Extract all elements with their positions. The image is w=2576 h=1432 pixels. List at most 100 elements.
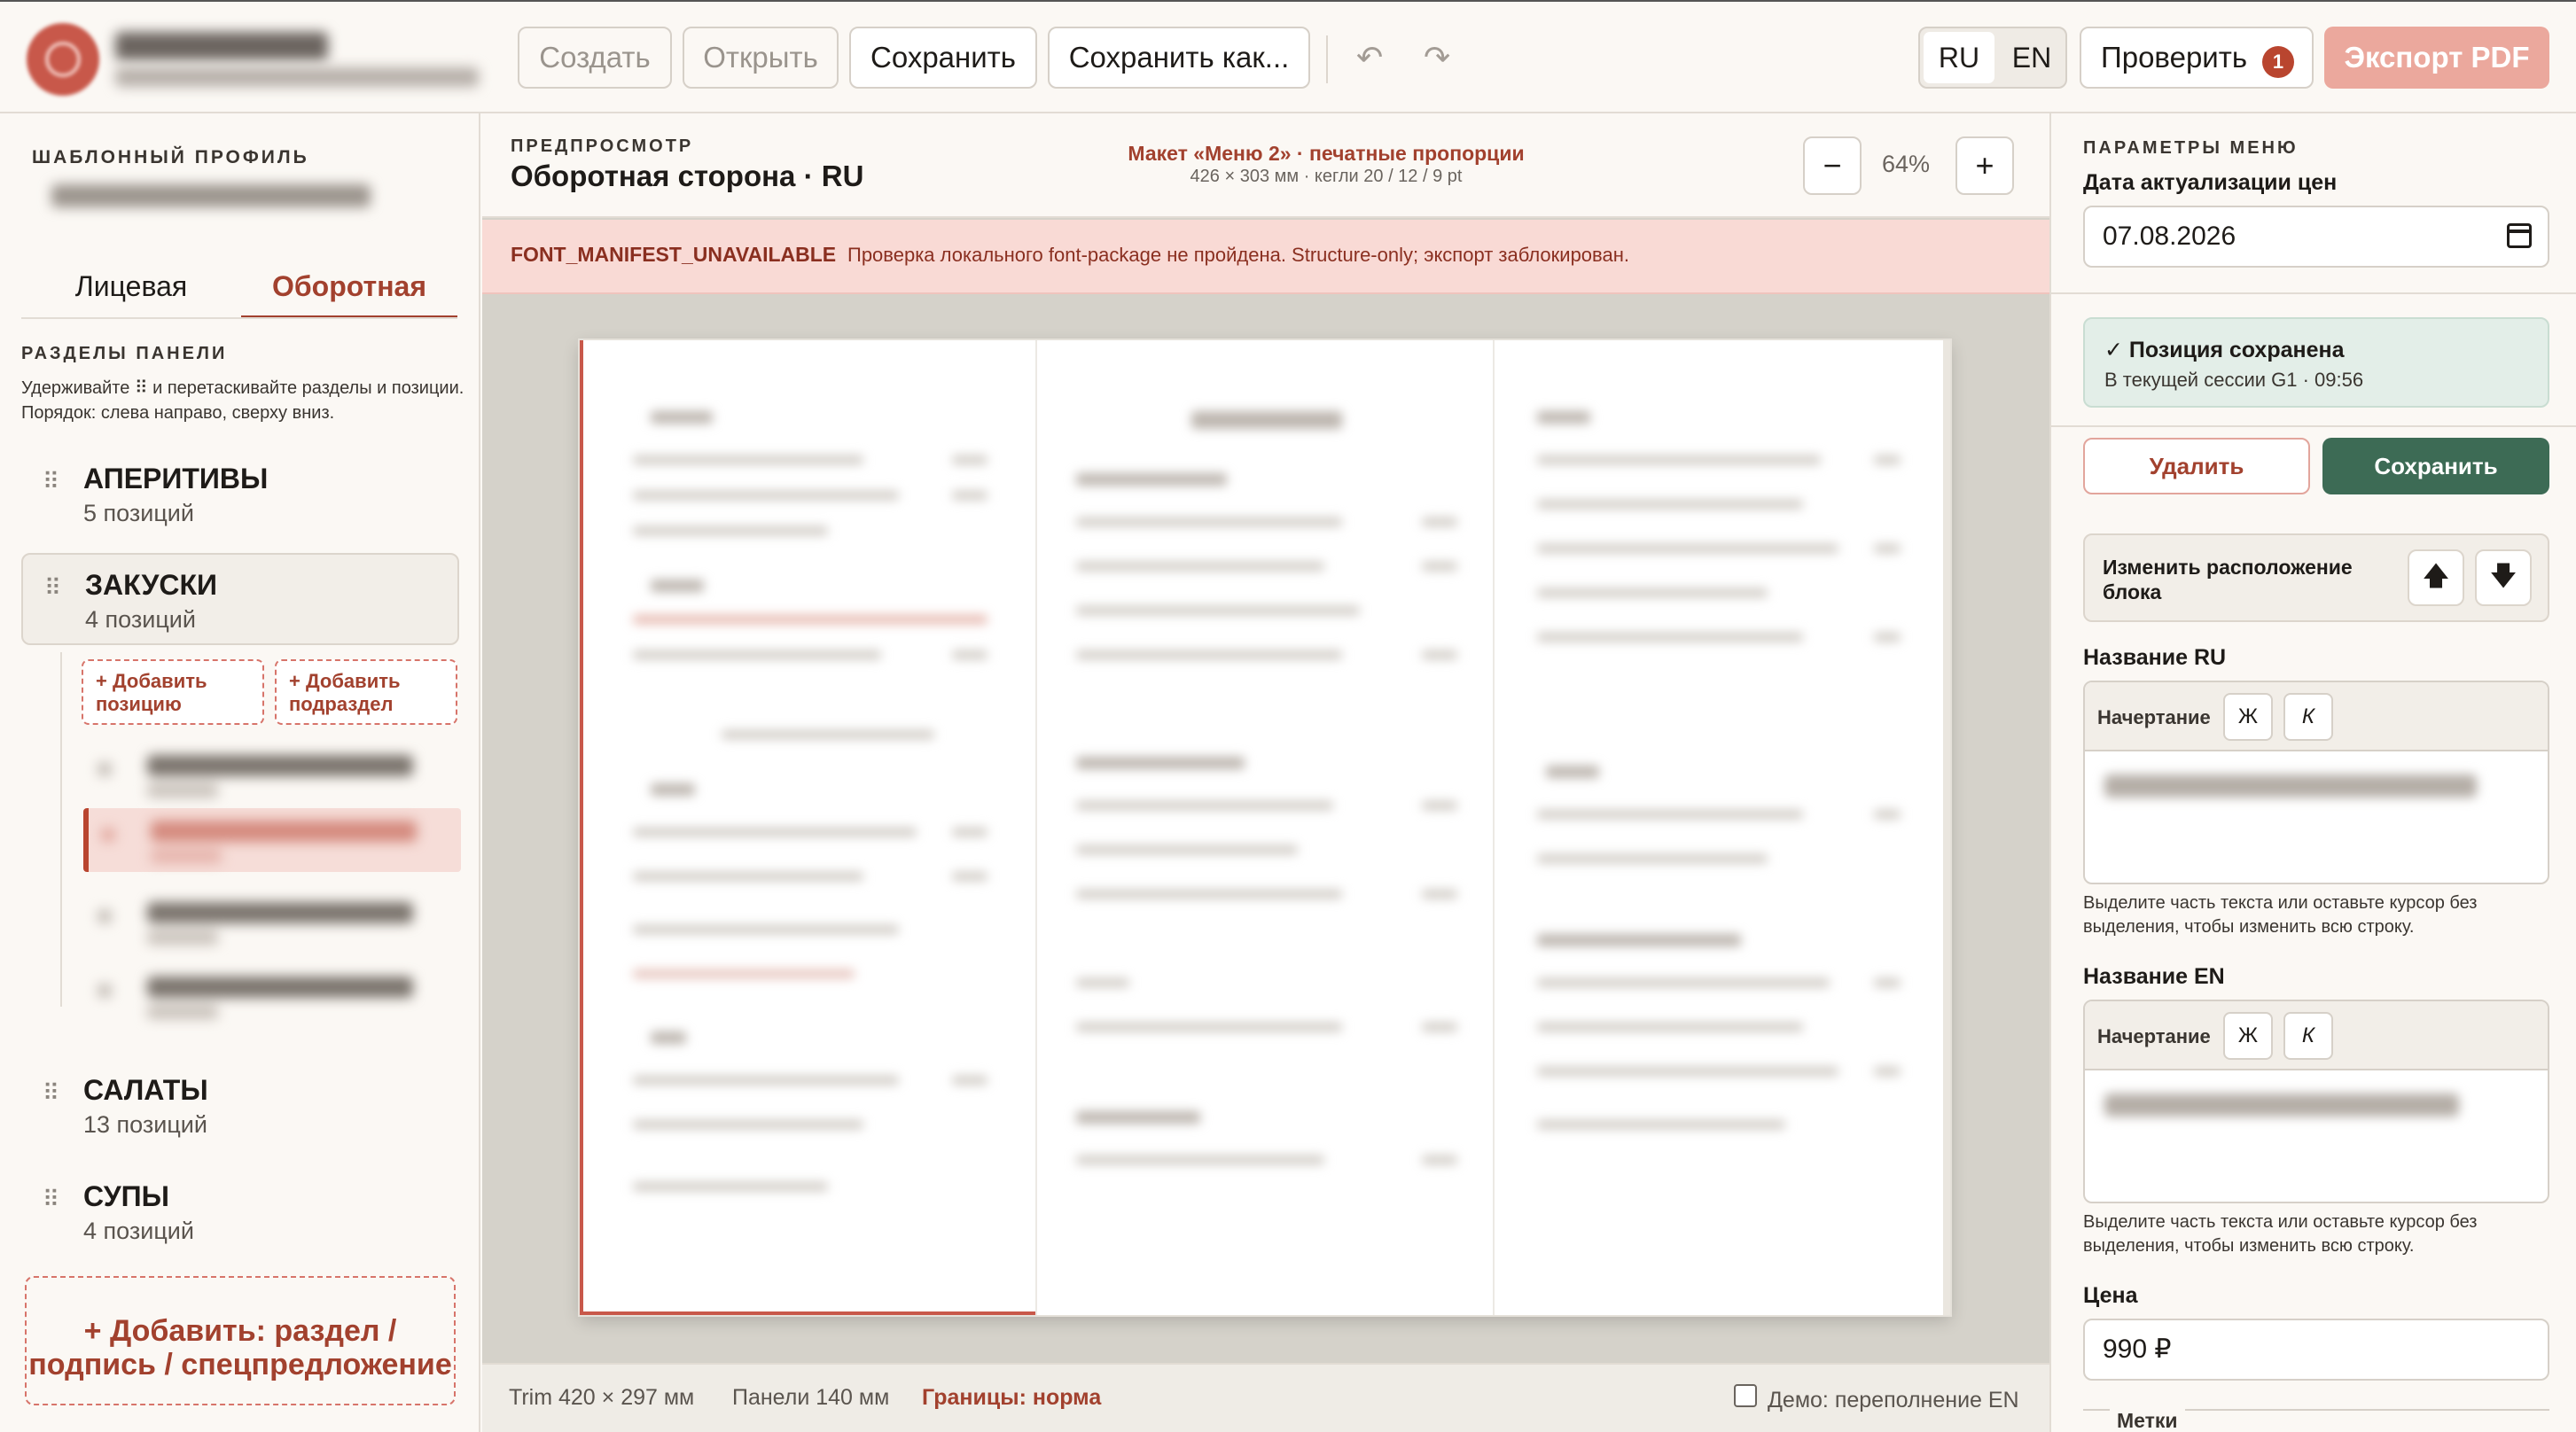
profile-caption: ШАБЛОННЫЙ ПРОФИЛЬ (32, 147, 309, 167)
section-aperitifs[interactable]: ⠿ АПЕРИТИВЫ 5 позиций (21, 448, 459, 541)
zoom-out-button[interactable]: − (1803, 136, 1862, 195)
name-en-editor[interactable]: Начертание Ж К (2083, 1000, 2549, 1203)
section-name: АПЕРИТИВЫ (83, 463, 269, 494)
section-count: 13 позиций (83, 1111, 207, 1138)
drag-handle-icon[interactable]: ⠿ (44, 574, 61, 602)
format-toolbar: Начертание Ж К (2085, 682, 2548, 751)
section-name: СУПЫ (83, 1180, 169, 1212)
undo-icon[interactable]: ↶ (1356, 34, 1383, 82)
bounds-status: Границы: норма (922, 1385, 1102, 1410)
drag-handle-icon[interactable]: ⠿ (43, 1186, 59, 1213)
profile-select[interactable] (51, 184, 406, 214)
zoom-in-button[interactable]: + (1955, 136, 2014, 195)
add-item-button[interactable]: + Добавить позицию (82, 659, 264, 725)
tab-front[interactable]: Лицевая (21, 257, 241, 319)
name-en-text-blurred (2104, 1093, 2459, 1117)
lang-ru-button[interactable]: RU (1924, 32, 1994, 83)
drag-hint: Удерживайте ⠿ и перетаскивайте разделы и… (21, 378, 464, 423)
name-ru-text-blurred (2104, 774, 2477, 798)
bold-button[interactable]: Ж (2223, 693, 2273, 741)
section-count: 4 позиций (83, 1218, 194, 1244)
add-block-button[interactable]: + Добавить: раздел / подпись / спецпредл… (25, 1276, 456, 1405)
section-count: 5 позиций (83, 500, 194, 526)
section-count: 4 позиций (85, 606, 196, 633)
price-value: 990 ₽ (2103, 1335, 2172, 1364)
zoom-level: 64% (1881, 151, 1931, 177)
preview-caption: ПРЕДПРОСМОТР (511, 136, 694, 156)
name-en-label: Название EN (2083, 964, 2225, 989)
layout-dimensions: 426 × 303 мм · кегли 20 / 12 / 9 pt (1190, 167, 1463, 186)
name-ru-label: Название RU (2083, 645, 2227, 670)
add-subsection-button[interactable]: + Добавить подраздел (275, 659, 457, 725)
app-subtitle-blurred (115, 67, 479, 87)
sections-caption: РАЗДЕЛЫ ПАНЕЛИ (21, 344, 228, 363)
demo-overflow-checkbox[interactable] (1734, 1384, 1757, 1407)
tree-line (60, 652, 62, 1007)
style-label: Начертание (2097, 1025, 2211, 1047)
layout-title: Макет «Меню 2» · печатные пропорции (1128, 142, 1525, 165)
language-switch: RU EN (1918, 27, 2067, 89)
tags-fieldset: Метки (2083, 1409, 2549, 1432)
check-button[interactable]: Проверить 1 (2080, 27, 2314, 89)
menu-preview-sheet[interactable] (580, 340, 1950, 1315)
save-as-button[interactable]: Сохранить как... (1048, 27, 1310, 89)
error-message: Проверка локального font-package не прой… (847, 244, 1629, 266)
font-error-banner: FONT_MANIFEST_UNAVAILABLE Проверка локал… (482, 220, 2049, 294)
app-title-blurred (115, 32, 328, 60)
drag-handle-icon[interactable]: ⠿ (43, 1079, 59, 1107)
error-code: FONT_MANIFEST_UNAVAILABLE (511, 243, 837, 266)
section-starters[interactable]: ⠿ ЗАКУСКИ 4 позиций (21, 553, 459, 645)
redo-icon[interactable]: ↷ (1424, 34, 1450, 82)
price-date-input[interactable]: 07.08.2026 (2083, 206, 2549, 268)
italic-button[interactable]: К (2283, 1012, 2333, 1060)
section-name: ЗАКУСКИ (85, 569, 218, 601)
trim-size: Trim 420 × 297 мм (509, 1385, 695, 1410)
preview-title: Оборотная сторона · RU (511, 160, 864, 192)
lang-en-button[interactable]: EN (2000, 32, 2064, 83)
drag-handle-icon[interactable]: ⠿ (43, 468, 59, 495)
save-item-button[interactable]: Сохранить (2322, 438, 2549, 494)
format-toolbar: Начертание Ж К (2085, 1001, 2548, 1070)
panel-size: Панели 140 мм (732, 1385, 890, 1410)
price-date-value: 07.08.2026 (2103, 222, 2236, 251)
app-logo (27, 23, 99, 96)
divider (2049, 292, 2576, 294)
name-ru-editor[interactable]: Начертание Ж К (2083, 681, 2549, 884)
section-soups[interactable]: ⠿ СУПЫ 4 позиций (21, 1166, 459, 1258)
style-label: Начертание (2097, 706, 2211, 728)
format-hint: Выделите часть текста или оставьте курсо… (2083, 1212, 2478, 1256)
move-up-icon[interactable]: 🡅 (2408, 549, 2464, 606)
delete-button[interactable]: Удалить (2083, 438, 2310, 494)
save-button[interactable]: Сохранить (849, 27, 1037, 89)
create-button[interactable]: Создать (518, 27, 672, 89)
toolbar-divider (1326, 35, 1328, 83)
saved-status: ✓ Позиция сохранена В текущей сессии G1 … (2083, 317, 2549, 408)
price-date-label: Дата актуализации цен (2083, 170, 2338, 195)
divider (2049, 425, 2576, 427)
format-hint: Выделите часть текста или оставьте курсо… (2083, 893, 2478, 937)
move-block-label: Изменить расположение блока (2103, 556, 2353, 603)
move-down-icon[interactable]: 🡇 (2475, 549, 2532, 606)
price-label: Цена (2083, 1283, 2138, 1308)
check-button-label: Проверить (2101, 41, 2248, 74)
calendar-icon[interactable] (2507, 223, 2532, 248)
price-input[interactable]: 990 ₽ (2083, 1319, 2549, 1381)
section-salads[interactable]: ⠿ САЛАТЫ 13 позиций (21, 1060, 459, 1152)
check-count-badge: 1 (2262, 46, 2294, 78)
side-tabs: Лицевая Оборотная (21, 257, 457, 319)
open-button[interactable]: Открыть (683, 27, 839, 89)
move-block-control: Изменить расположение блока 🡅 🡇 (2083, 533, 2549, 622)
list-item[interactable] (85, 743, 457, 806)
list-item[interactable] (85, 890, 457, 953)
italic-button[interactable]: К (2283, 693, 2333, 741)
saved-title: ✓ Позиция сохранена (2104, 338, 2345, 362)
tags-label: Метки (2110, 1409, 2185, 1432)
list-item[interactable] (85, 964, 457, 1028)
bold-button[interactable]: Ж (2223, 1012, 2273, 1060)
params-caption: ПАРАМЕТРЫ МЕНЮ (2083, 138, 2299, 158)
saved-subtitle: В текущей сессии G1 · 09:56 (2104, 369, 2364, 391)
section-name: САЛАТЫ (83, 1074, 208, 1106)
export-pdf-button[interactable]: Экспорт PDF (2324, 27, 2549, 89)
list-item-active[interactable] (83, 808, 461, 872)
tab-back[interactable]: Оборотная (241, 257, 457, 319)
